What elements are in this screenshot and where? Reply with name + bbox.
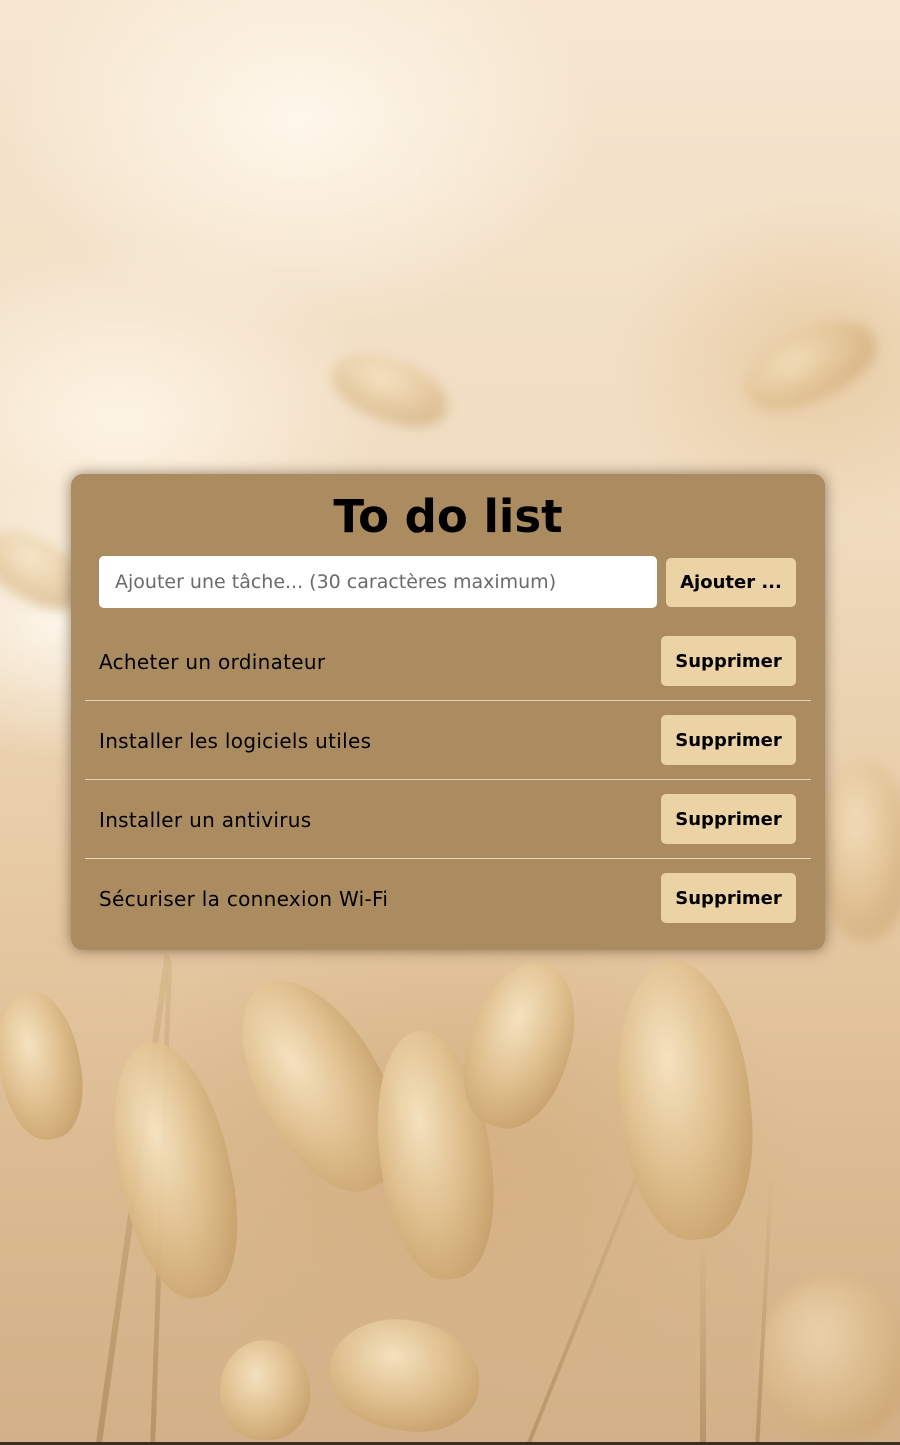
todo-card: To do list Ajouter ... Acheter un ordina… — [71, 474, 825, 950]
task-text: Installer un antivirus — [99, 808, 312, 832]
page-title: To do list — [333, 490, 563, 543]
task-text: Acheter un ordinateur — [99, 650, 326, 674]
task-input[interactable] — [99, 556, 657, 608]
task-text: Sécuriser la connexion Wi-Fi — [99, 887, 389, 911]
list-item: Acheter un ordinateur Supprimer — [85, 622, 811, 701]
delete-button[interactable]: Supprimer — [661, 636, 796, 686]
task-text: Installer les logiciels utiles — [99, 729, 372, 753]
list-item: Sécuriser la connexion Wi-Fi Supprimer — [85, 859, 811, 938]
delete-button[interactable]: Supprimer — [661, 794, 796, 844]
list-item: Installer un antivirus Supprimer — [85, 780, 811, 859]
delete-button[interactable]: Supprimer — [661, 715, 796, 765]
list-item: Installer les logiciels utiles Supprimer — [85, 701, 811, 780]
add-task-button[interactable]: Ajouter ... — [666, 558, 796, 607]
task-list: Acheter un ordinateur Supprimer Installe… — [85, 622, 811, 938]
delete-button[interactable]: Supprimer — [661, 873, 796, 923]
